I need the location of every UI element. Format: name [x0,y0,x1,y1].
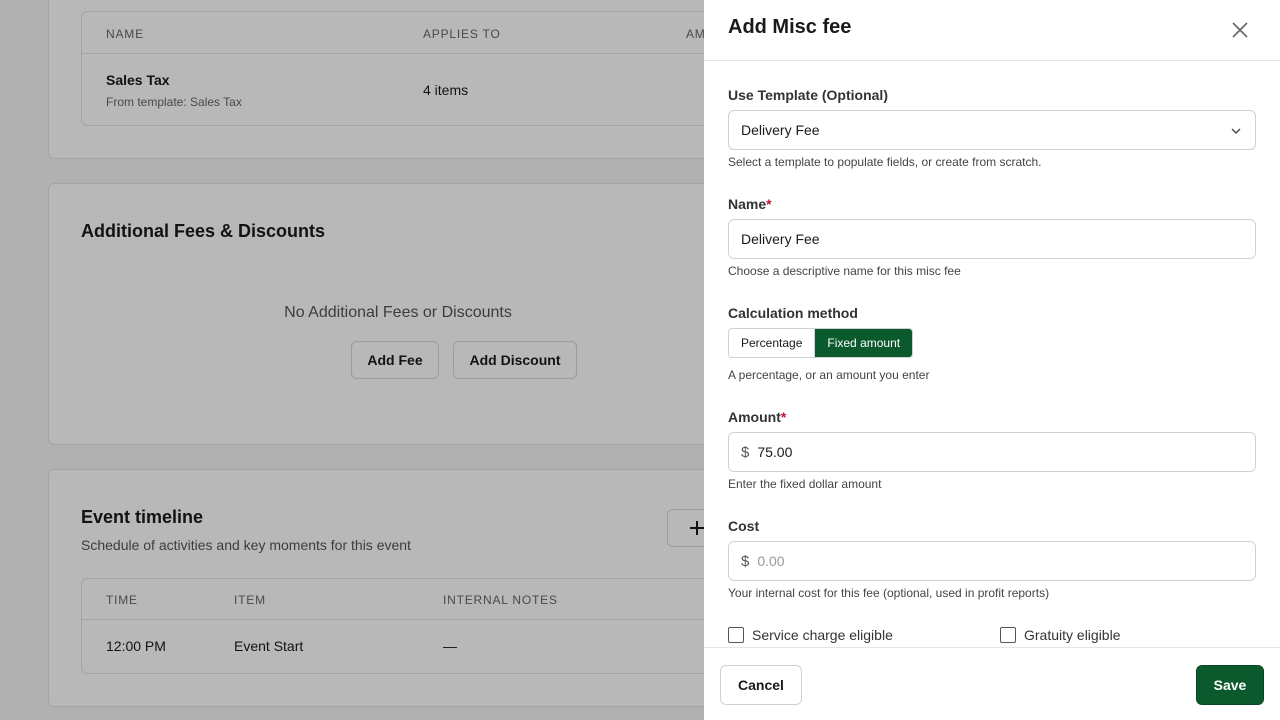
chevron-down-icon [1231,128,1241,134]
template-select-value: Delivery Fee [741,122,820,138]
drawer-header: Add Misc fee [704,0,1280,61]
calculation-label: Calculation method [728,305,858,321]
percentage-option[interactable]: Percentage [729,329,815,357]
save-button[interactable]: Save [1196,665,1264,705]
template-label: Use Template (Optional) [728,87,888,103]
name-input-value: Delivery Fee [741,231,820,247]
currency-prefix: $ [741,443,750,461]
drawer-title: Add Misc fee [728,16,852,38]
currency-prefix: $ [741,552,750,570]
drawer-footer: Cancel Save [704,647,1280,720]
name-label: Name* [728,196,772,212]
name-help: Choose a descriptive name for this misc … [728,264,961,278]
cost-label: Cost [728,518,760,534]
amount-label: Amount* [728,409,787,425]
add-misc-fee-drawer: Add Misc fee Use Template (Optional) Del… [704,0,1280,720]
gratuity-label: Gratuity eligible [1024,627,1121,643]
gratuity-checkbox[interactable] [1000,627,1016,643]
cost-placeholder: 0.00 [757,553,785,569]
amount-value: 75.00 [757,444,793,460]
amount-help: Enter the fixed dollar amount [728,477,882,491]
template-help: Select a template to populate fields, or… [728,155,1042,169]
service-charge-label: Service charge eligible [752,627,893,643]
gratuity-checkbox-row[interactable]: Gratuity eligible [1000,627,1121,643]
template-select[interactable]: Delivery Fee [728,110,1256,150]
amount-input[interactable]: $ 75.00 [728,432,1256,472]
cost-help: Your internal cost for this fee (optiona… [728,586,1050,600]
service-charge-checkbox[interactable] [728,627,744,643]
close-button[interactable] [1226,16,1254,44]
calculation-method-toggle: Percentage Fixed amount [728,328,914,358]
fixed-amount-option[interactable]: Fixed amount [814,329,913,357]
close-icon [1232,22,1248,38]
cost-input[interactable]: $ 0.00 [728,541,1256,581]
name-input[interactable]: Delivery Fee [728,219,1256,259]
cancel-button[interactable]: Cancel [720,665,802,705]
calculation-help: A percentage, or an amount you enter [728,368,930,382]
service-charge-checkbox-row[interactable]: Service charge eligible [728,627,893,643]
modal-backdrop[interactable] [0,0,704,720]
